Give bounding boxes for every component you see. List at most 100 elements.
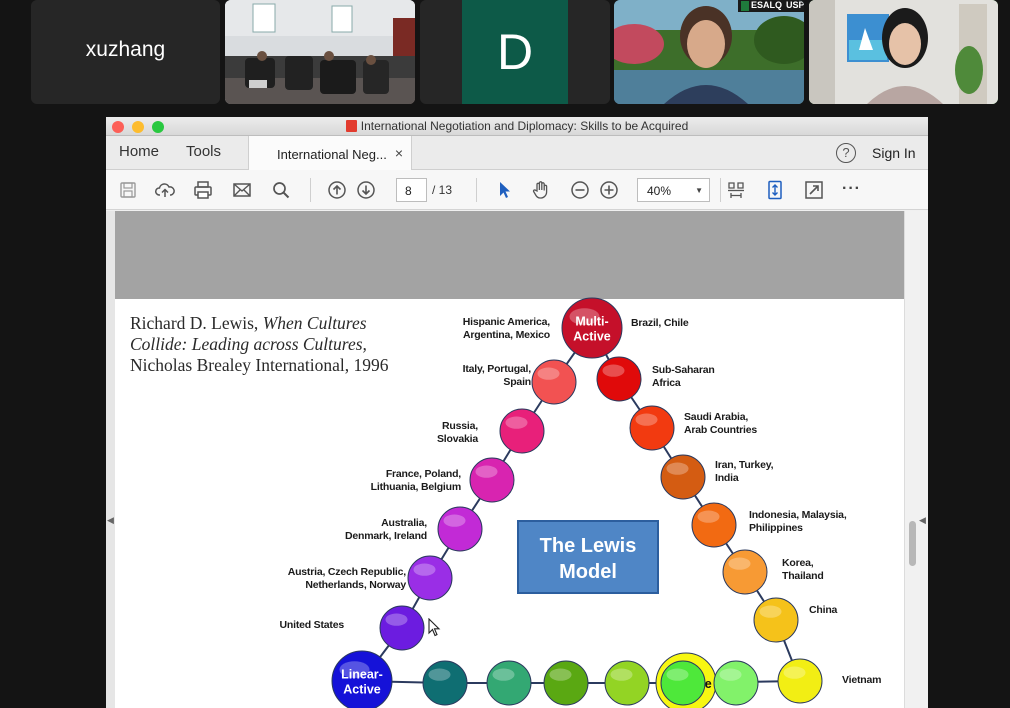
node-label: Linear- <box>341 668 383 682</box>
node-highlight <box>635 413 658 426</box>
model-node <box>777 658 823 704</box>
node-highlight <box>783 666 806 679</box>
document-area: Richard D. Lewis, When Cultures Collide:… <box>106 211 928 708</box>
model-node <box>486 660 532 706</box>
model-title: Model <box>559 561 617 583</box>
previous-page-icon[interactable] <box>327 180 347 200</box>
more-options-icon[interactable]: ··· <box>842 180 861 198</box>
country-group-label: Russia, <box>442 420 478 432</box>
node-highlight <box>492 668 515 681</box>
country-group-label: Iran, Turkey, <box>715 459 774 471</box>
model-node <box>722 549 768 595</box>
node-highlight <box>443 514 466 527</box>
panel-left-arrow-icon[interactable]: ◀ <box>107 515 114 526</box>
model-node <box>469 457 515 503</box>
node-label: Multi- <box>575 315 608 329</box>
toolbar-divider <box>476 178 477 202</box>
country-group-label: Italy, Portugal, <box>463 363 532 375</box>
mail-icon[interactable] <box>232 180 252 200</box>
participant-tile-meeting-room[interactable] <box>225 0 415 104</box>
country-group-label: France, Poland, <box>386 468 461 480</box>
fit-page-icon[interactable] <box>726 180 746 200</box>
chevron-down-icon: ▼ <box>695 186 703 195</box>
country-group-label: Indonesia, Malaysia, <box>749 509 847 521</box>
node-highlight <box>728 557 751 570</box>
search-icon[interactable] <box>271 180 291 200</box>
country-group-label: Vietnam <box>842 674 881 686</box>
model-node <box>753 597 799 643</box>
print-icon[interactable] <box>193 180 213 200</box>
sign-in-link[interactable]: Sign In <box>872 145 916 161</box>
model-node <box>691 502 737 548</box>
node-highlight <box>413 563 436 576</box>
scrolling-mode-icon[interactable] <box>765 180 785 200</box>
model-node <box>422 660 468 706</box>
country-group-label: Sub-Saharan <box>652 364 715 376</box>
upload-cloud-icon[interactable] <box>155 180 175 200</box>
participant-tile-xuzhang[interactable]: xuzhang <box>31 0 220 104</box>
model-node <box>407 555 453 601</box>
country-group-label: Australia, <box>381 517 427 529</box>
help-icon[interactable]: ? <box>836 143 856 163</box>
pdf-toolbar: 8 / 13 40% ▼ ··· <box>106 170 928 210</box>
participant-tile-d[interactable]: D <box>420 0 610 104</box>
node-highlight <box>428 668 451 681</box>
page-total: / 13 <box>432 183 453 197</box>
scrollbar-thumb[interactable] <box>909 521 916 566</box>
country-group-label: Slovakia <box>437 433 478 445</box>
participant-tile-esalq[interactable]: ESALQ USP <box>614 0 804 104</box>
panel-right-arrow-icon[interactable]: ◀ <box>919 515 926 526</box>
country-group-label: Hispanic America, <box>463 316 551 328</box>
tab-document[interactable]: International Neg... × <box>248 136 412 170</box>
esalq-logo <box>741 1 749 11</box>
node-label: Active <box>573 330 611 344</box>
lewis-model-diagram: Linear-ActiveUnited StatesAustria, Czech… <box>280 297 881 708</box>
tab-home[interactable]: Home <box>119 143 159 160</box>
model-node <box>379 605 425 651</box>
node-highlight <box>549 668 572 681</box>
country-group-label: Netherlands, Norway <box>305 579 406 591</box>
country-group-label: Africa <box>652 377 681 389</box>
country-group-label: Argentina, Mexico <box>463 329 550 341</box>
select-cursor-icon[interactable] <box>494 180 514 200</box>
tab-tools[interactable]: Tools <box>186 143 221 160</box>
video-call-screen: xuzhang D ESALQ USP International Negoti… <box>0 0 1010 708</box>
close-tab-icon[interactable]: × <box>395 145 403 161</box>
zoom-out-icon[interactable] <box>570 180 590 200</box>
participant-tile-active-speaker[interactable] <box>809 0 998 104</box>
country-group-label: China <box>809 604 838 616</box>
office-video <box>809 0 998 104</box>
participant-name: xuzhang <box>85 38 166 61</box>
model-node <box>437 506 483 552</box>
country-group-label: Korea, <box>782 557 814 569</box>
participant-avatar: D <box>462 0 568 104</box>
page-number-input[interactable]: 8 <box>396 178 427 202</box>
model-node <box>713 660 759 706</box>
full-screen-icon[interactable] <box>804 180 824 200</box>
next-page-icon[interactable] <box>356 180 376 200</box>
model-node <box>543 660 589 706</box>
node-highlight <box>697 510 720 523</box>
window-titlebar: International Negotiation and Diplomacy:… <box>106 117 928 136</box>
institution-badge: ESALQ USP <box>738 0 804 12</box>
country-group-label: United States <box>280 619 345 631</box>
pdf-viewer-window: International Negotiation and Diplomacy:… <box>106 117 928 708</box>
model-node <box>660 454 706 500</box>
model-node <box>660 660 706 706</box>
zoom-in-icon[interactable] <box>599 180 619 200</box>
country-group-label: Philippines <box>749 522 803 534</box>
zoom-level-value: 40% <box>647 184 672 198</box>
country-group-label: Austria, Czech Republic, <box>288 566 407 578</box>
outdoor-video <box>614 0 804 104</box>
save-icon[interactable] <box>118 180 138 200</box>
country-group-label: Denmark, Ireland <box>345 530 427 542</box>
node-highlight <box>505 416 528 429</box>
zoom-level-dropdown[interactable]: 40% ▼ <box>637 178 710 202</box>
model-node <box>499 408 545 454</box>
hand-tool-icon[interactable] <box>531 180 551 200</box>
pdf-page: Richard D. Lewis, When Cultures Collide:… <box>115 211 904 708</box>
vertical-scrollbar[interactable] <box>904 211 928 708</box>
node-label: Active <box>343 683 381 697</box>
country-group-label: Lithuania, Belgium <box>371 481 461 493</box>
model-title: The Lewis <box>540 535 637 557</box>
